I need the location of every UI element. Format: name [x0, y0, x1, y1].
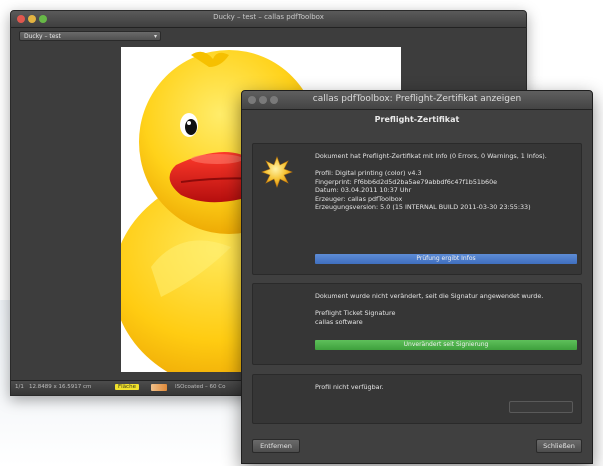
document-selector[interactable]: Ducky – test ▾	[19, 31, 161, 41]
certificate-creator: Erzeuger: callas pdfToolbox	[315, 194, 403, 203]
certificate-date: Datum: 03.04.2011 10:37 Uhr	[315, 186, 412, 195]
remove-button[interactable]: Entfernen	[252, 439, 300, 453]
signature-section: Dokument wurde nicht verändert, seit die…	[252, 283, 582, 365]
viewer-titlebar: Ducky – test – callas pdfToolbox	[11, 11, 526, 28]
page-size: 12.8489 x 16.5917 cm	[29, 384, 92, 390]
close-button[interactable]: Schließen	[536, 439, 582, 453]
viewer-title: Ducky – test – callas pdfToolbox	[213, 13, 324, 21]
dialog-title: callas pdfToolbox: Preflight-Zertifikat …	[312, 94, 522, 104]
signature-status-text: Dokument wurde nicht verändert, seit die…	[315, 292, 544, 300]
preflight-certificate-dialog: callas pdfToolbox: Preflight-Zertifikat …	[241, 90, 593, 464]
status-badge[interactable]: Fläche	[115, 384, 139, 390]
page-indicator: 1/1	[15, 384, 24, 390]
document-selector-label: Ducky – test	[24, 33, 61, 40]
signature-result-bar: Unverändert seit Signierung	[315, 340, 577, 350]
certificate-fingerprint: Fingerprint: Ff6bb6d2d5d2ba5ae79abbdf6c4…	[315, 177, 498, 186]
chevron-down-icon: ▾	[153, 33, 157, 40]
dialog-titlebar: callas pdfToolbox: Preflight-Zertifikat …	[242, 91, 592, 110]
profile-field[interactable]	[509, 401, 573, 413]
certificate-summary: Dokument hat Preflight-Zertifikat mit In…	[315, 152, 547, 160]
signature-details: Dokument wurde nicht verändert, seit die…	[315, 292, 571, 326]
color-swatch[interactable]	[151, 384, 167, 391]
certificate-profile: Profil: Digital printing (color) v4.3	[315, 169, 422, 178]
output-intent-info: ISOcoated – 60 Co	[175, 384, 226, 390]
certificate-creator-version: Erzeugungsversion: 5.0 (15 INTERNAL BUIL…	[315, 203, 531, 212]
profile-section: Profil nicht verfügbar.	[252, 374, 582, 424]
certificate-seal-icon	[261, 156, 293, 188]
certificate-details: Dokument hat Preflight-Zertifikat mit In…	[315, 152, 571, 211]
certificate-section: Dokument hat Preflight-Zertifikat mit In…	[252, 143, 582, 275]
signature-name: Preflight Ticket Signature	[315, 309, 396, 318]
preflight-result-bar: Prüfung ergibt Infos	[315, 254, 577, 264]
dialog-heading: Preflight-Zertifikat	[374, 115, 460, 124]
signature-org: callas software	[315, 317, 363, 326]
profile-status-text: Profil nicht verfügbar.	[315, 383, 384, 391]
